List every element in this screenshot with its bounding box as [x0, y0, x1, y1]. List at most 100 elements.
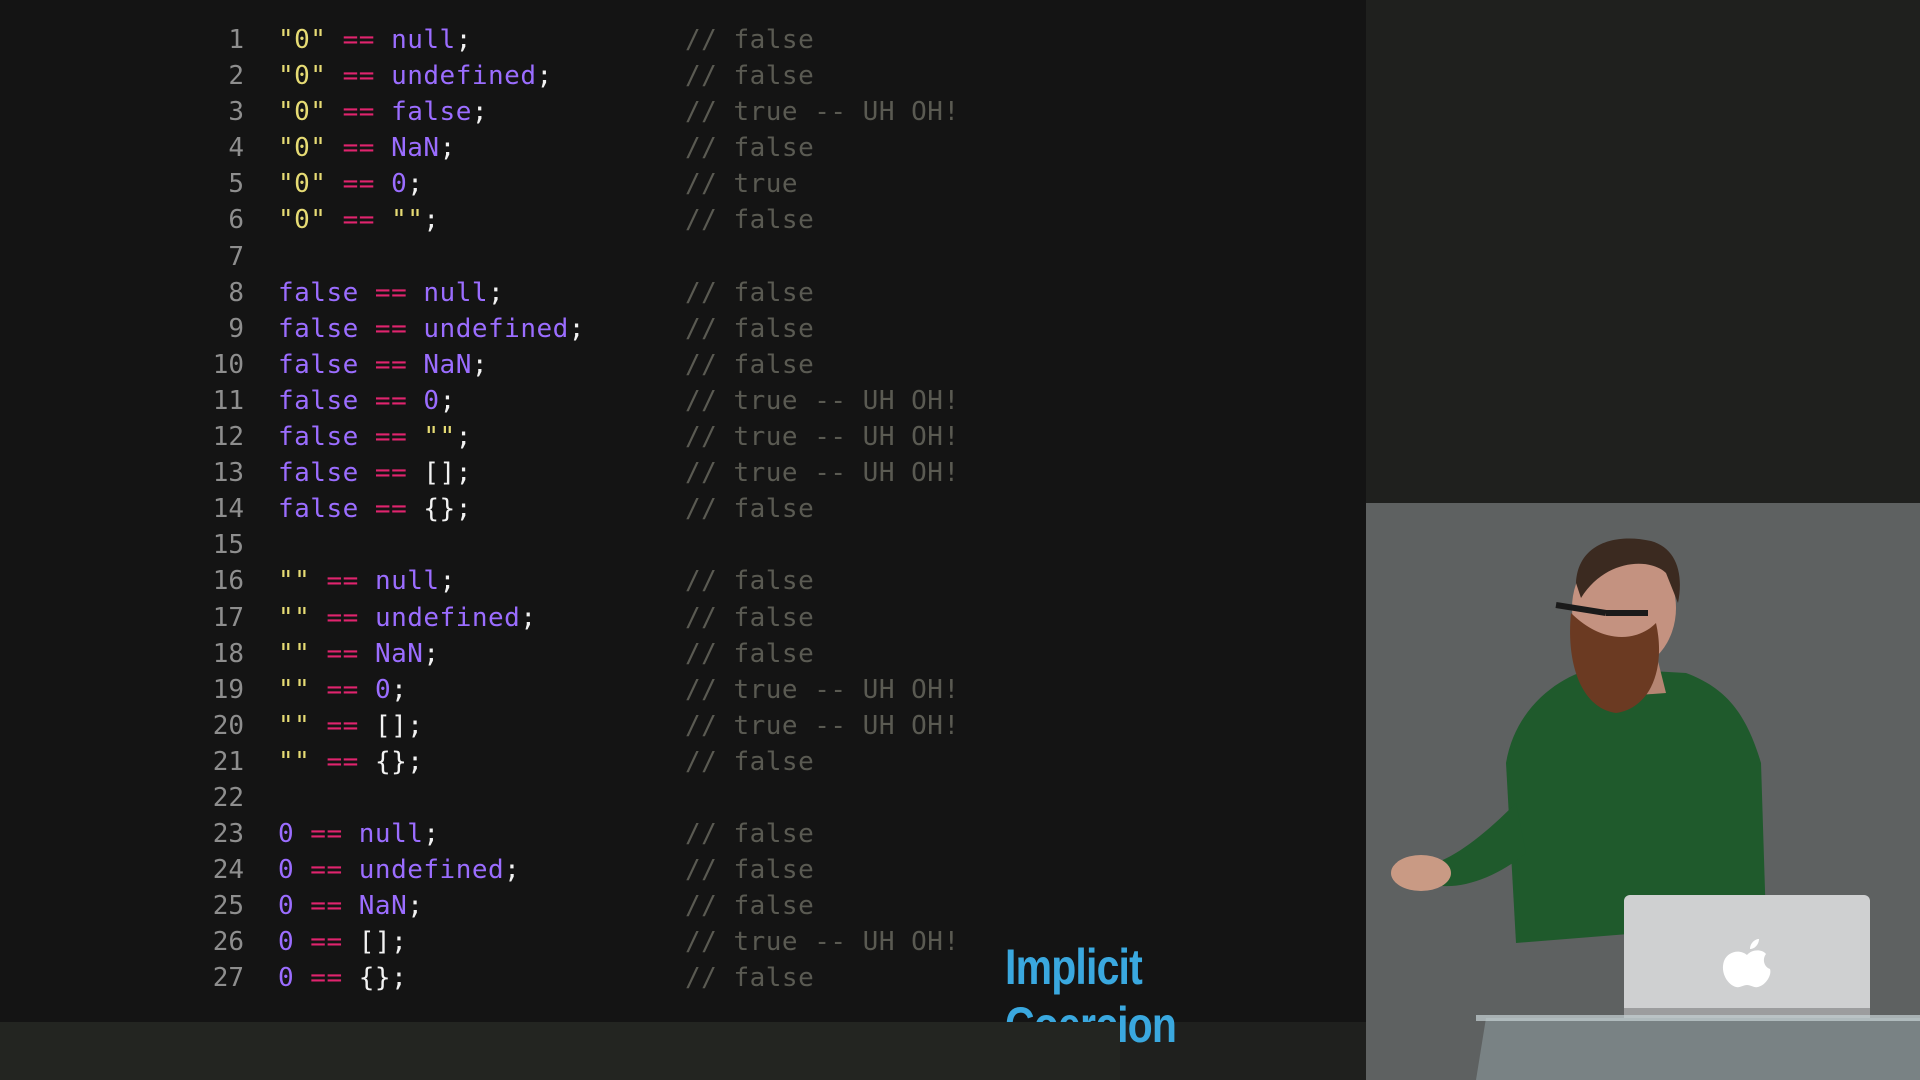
code-line: 8 false == null; // false [200, 275, 813, 311]
code-line: 26 0 == []; // true -- UH OH! [200, 924, 959, 960]
line-number: 8 [228, 277, 244, 308]
podium [1476, 1018, 1920, 1080]
code-line: 12 false == ""; // true -- UH OH! [200, 419, 959, 455]
code-statement: false == ""; [278, 419, 472, 455]
code-line: 7 [200, 239, 585, 275]
code-token: == [310, 674, 375, 705]
line-number: 23 [212, 819, 244, 850]
code-statement: "0" == ""; [278, 202, 440, 238]
line-number: 2 [228, 61, 244, 92]
line-number: 1 [228, 25, 244, 55]
code-comment: // false [685, 963, 815, 994]
code-token: "" [278, 710, 311, 741]
code-comment: // false [685, 891, 815, 922]
code-token: == [358, 458, 424, 489]
code-comment: // false [685, 638, 815, 669]
code-token: false [278, 494, 359, 525]
code-comment: // false [685, 349, 815, 380]
code-token: undefined [358, 855, 505, 886]
code-token: == [294, 927, 359, 958]
line-number: 27 [212, 963, 244, 994]
code-token: false [278, 313, 359, 344]
code-token: ; [439, 133, 456, 164]
code-comment: // true -- UH OH! [685, 674, 960, 705]
line-number: 6 [228, 205, 244, 236]
code-comment: // true [685, 169, 799, 200]
code-token: == [326, 97, 392, 128]
code-line: 15 [200, 527, 585, 563]
code-statement: "" == {}; [278, 744, 423, 780]
code-comment: // false [685, 313, 815, 344]
code-line: 3 "0" == false; // true -- UH OH! [200, 94, 959, 130]
code-token: == [358, 349, 424, 380]
code-statement: 0 == []; [278, 924, 407, 960]
code-token: {}; [423, 494, 472, 525]
code-token: 0 [278, 819, 295, 850]
line-number: 4 [228, 133, 244, 164]
code-statement: false == []; [278, 455, 472, 491]
code-token: ; [423, 205, 440, 236]
code-statement: "" == []; [278, 708, 423, 744]
code-token: "" [278, 566, 311, 597]
code-token: ; [471, 349, 489, 380]
code-line: 18 "" == NaN; // false [200, 636, 814, 672]
code-line: 5 "0" == 0; // true [200, 166, 797, 202]
code-token: == [310, 710, 375, 741]
code-token: false [278, 458, 359, 489]
code-token: "" [423, 422, 456, 453]
code-statement: false == undefined; [278, 311, 585, 347]
code-slide: 1 "0" == null; // false 2 "0" == undefined; /… [0, 0, 1366, 1053]
code-line: 23 0 == null; // false [200, 816, 814, 852]
line-number: 17 [212, 602, 244, 633]
code-statement: "" == 0; [278, 672, 407, 708]
code-token: == [294, 855, 359, 886]
code-token: ; [407, 891, 424, 922]
code-token: ; [439, 566, 456, 597]
code-token: ; [520, 602, 537, 633]
line-number: 11 [212, 385, 244, 416]
code-statement: false == NaN; [278, 347, 488, 383]
code-token: null [423, 277, 489, 308]
code-line: 2 "0" == undefined; // false [200, 58, 813, 94]
code-token: ; [455, 422, 472, 453]
code-token: == [294, 891, 359, 922]
code-token: == [326, 169, 392, 200]
line-number: 24 [212, 855, 244, 886]
code-comment: // true -- UH OH! [685, 710, 960, 741]
line-number: 18 [212, 638, 244, 669]
code-statement: false == 0; [278, 383, 456, 419]
code-token: == [326, 133, 392, 164]
code-comment: // true -- UH OH! [685, 458, 960, 489]
code-token: ; [568, 313, 585, 344]
line-number: 7 [228, 241, 244, 272]
code-statement: "0" == NaN; [278, 130, 456, 166]
speaker-video-scene [1366, 503, 1920, 1080]
code-line: 14 false == {}; // false [200, 491, 814, 527]
code-token: ; [504, 855, 521, 886]
line-number: 12 [212, 422, 244, 453]
code-token: == [326, 25, 392, 55]
line-number: 10 [212, 349, 244, 380]
code-token: {}; [358, 963, 408, 994]
code-line: 20 "" == []; // true -- UH OH! [200, 708, 959, 744]
code-token: == [310, 638, 375, 669]
code-statement: 0 == {}; [278, 960, 407, 996]
code-token: 0 [278, 855, 295, 886]
line-number: 13 [212, 458, 244, 489]
code-comment: // false [685, 819, 815, 850]
code-token: NaN [423, 349, 472, 380]
code-line: 25 0 == NaN; // false [200, 888, 814, 924]
code-token: == [310, 602, 375, 633]
line-number: 22 [212, 782, 244, 813]
code-token: "0" [278, 133, 327, 164]
podium-edge [1476, 1015, 1920, 1021]
line-number: 19 [212, 674, 244, 705]
code-line: 22 [200, 780, 585, 816]
code-statement: "0" == null; [278, 22, 472, 58]
code-statement: "" == undefined; [278, 600, 536, 636]
code-token: undefined [423, 313, 569, 344]
code-line: 21 "" == {}; // false [200, 744, 814, 780]
code-token: {}; [374, 746, 424, 777]
code-statement: "" == null; [278, 563, 456, 599]
line-number: 21 [212, 746, 244, 777]
